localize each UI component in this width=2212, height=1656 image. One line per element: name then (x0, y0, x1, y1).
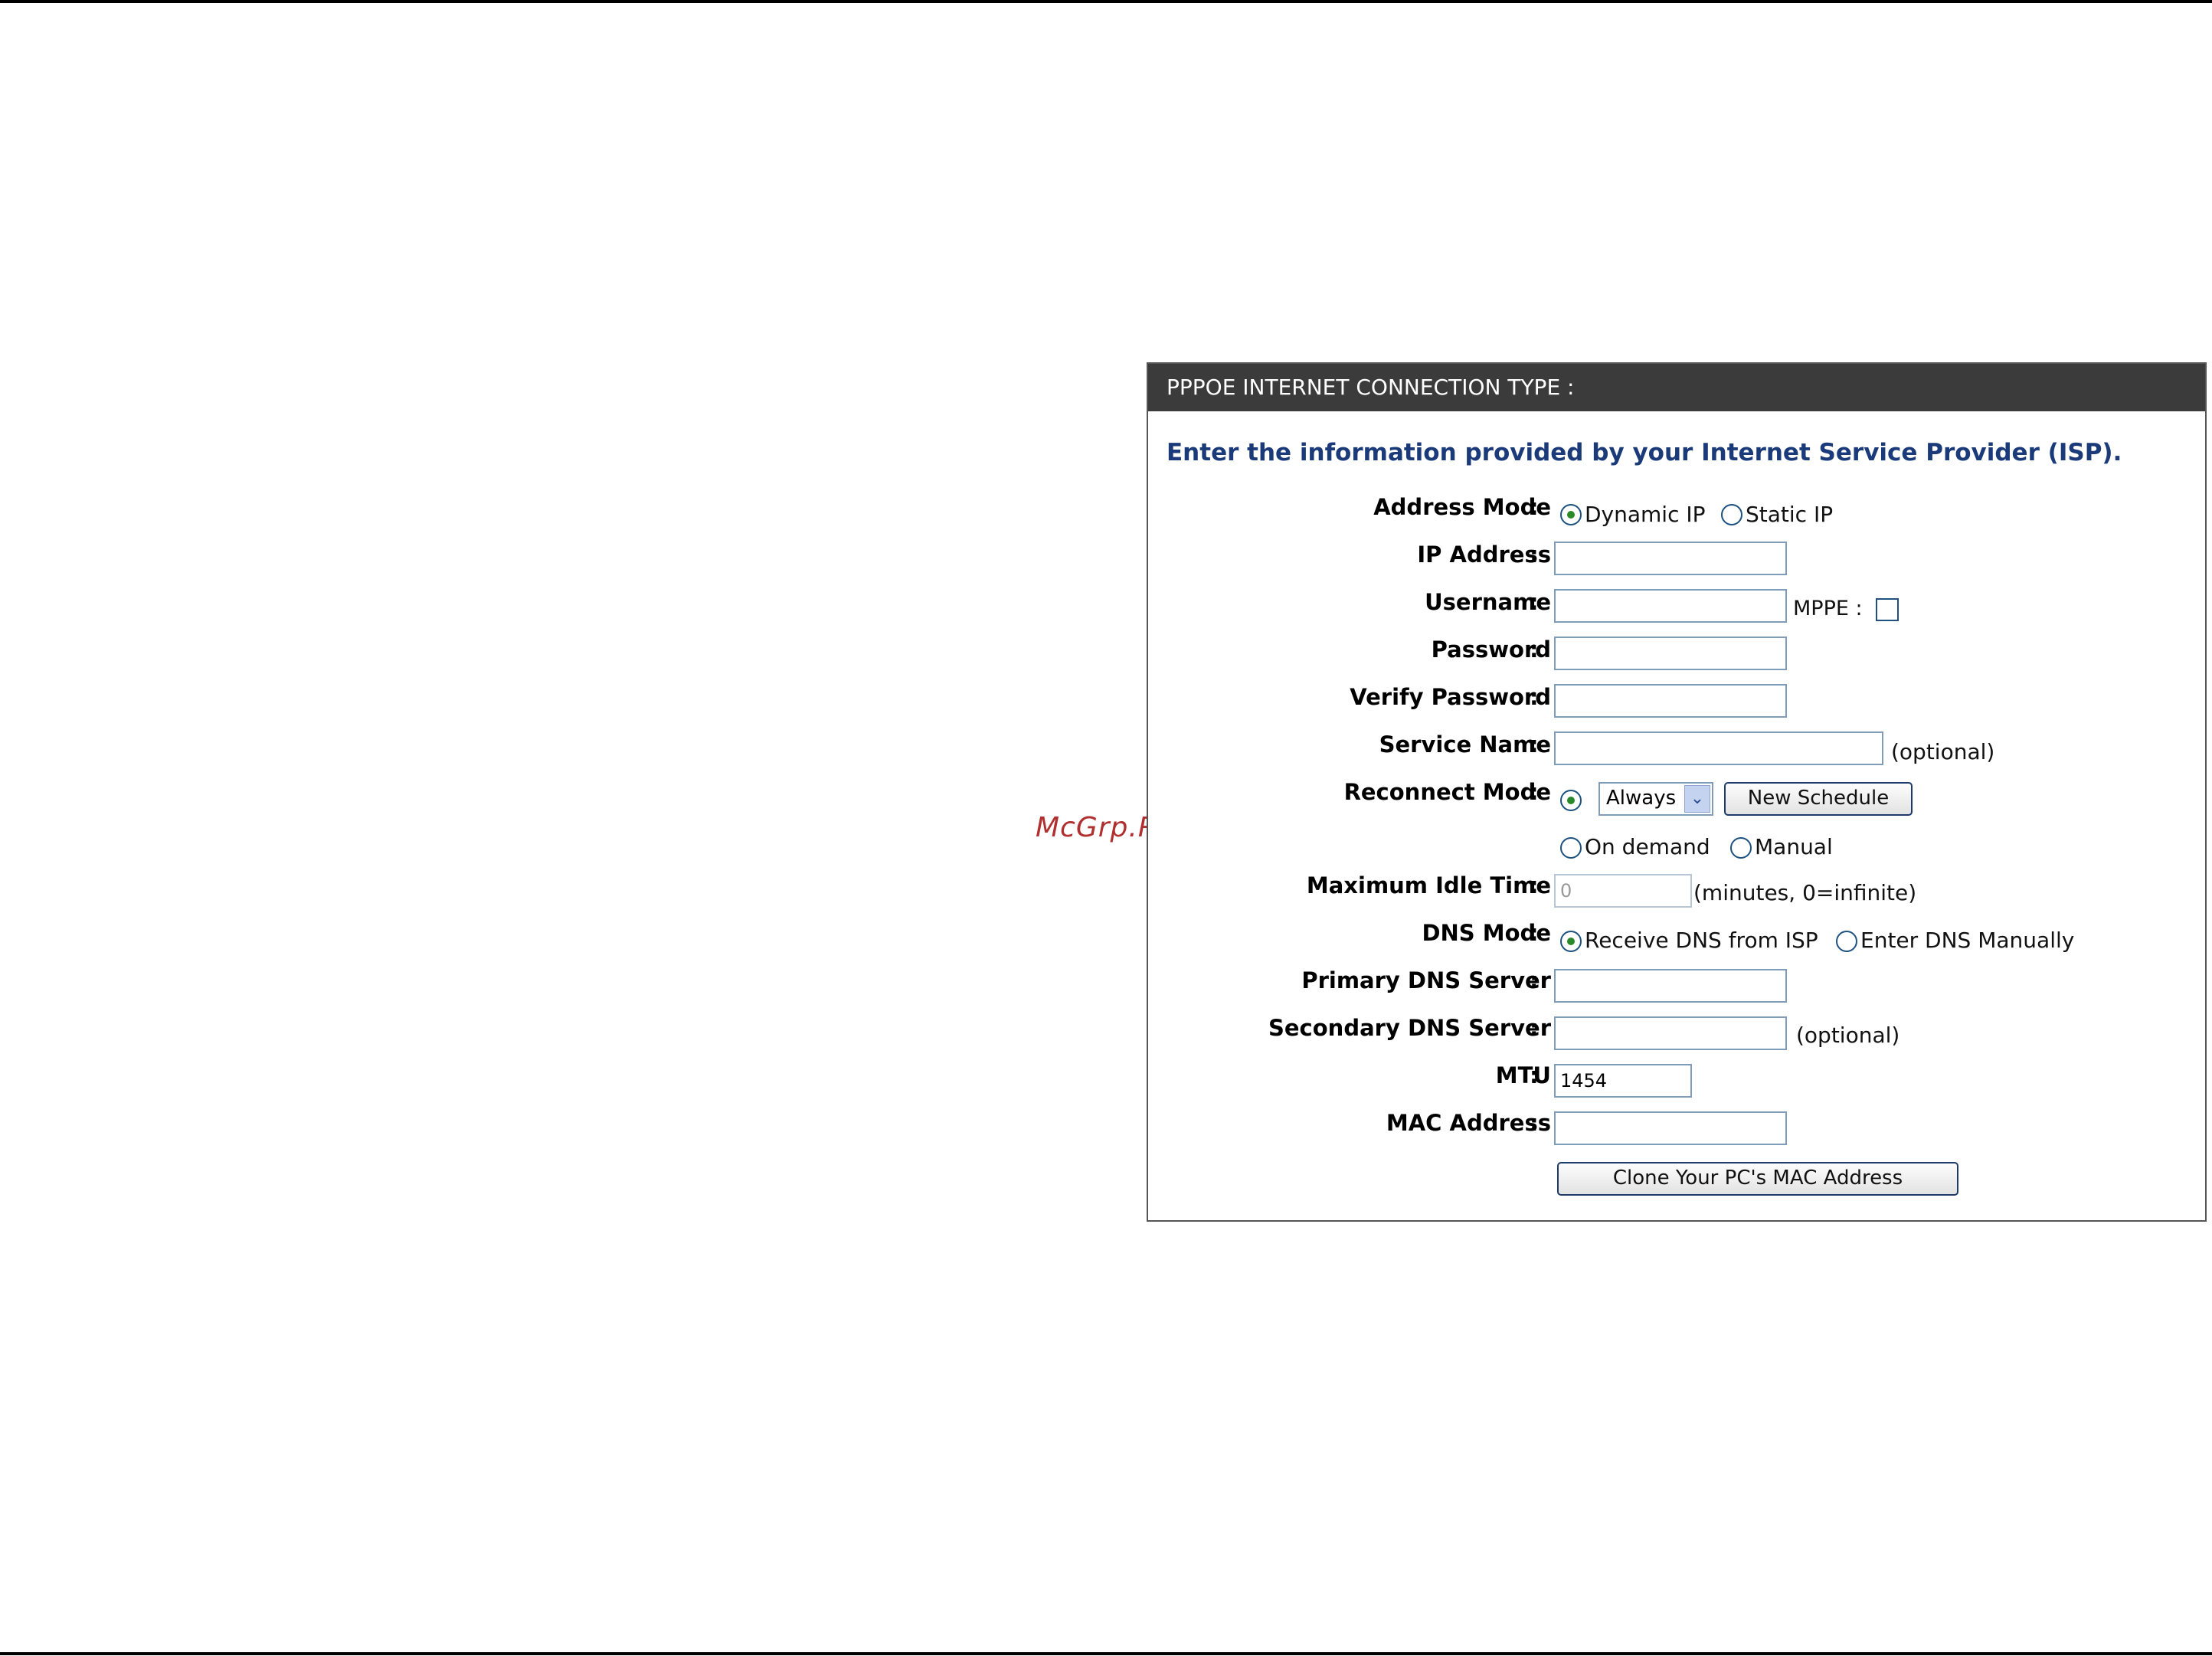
receive-dns-label: Receive DNS from ISP (1585, 928, 1818, 953)
primary-dns-input[interactable] (1554, 969, 1787, 1003)
clone-mac-button[interactable]: Clone Your PC's MAC Address (1557, 1162, 1958, 1196)
colon: : (1530, 779, 1539, 805)
service-name-label: Service Name (1379, 731, 1551, 758)
max-idle-time-input[interactable]: 0 (1554, 874, 1692, 908)
radio-reconnect-always[interactable] (1560, 790, 1582, 811)
bottom-rule (0, 1652, 2212, 1655)
radio-static-ip[interactable] (1721, 504, 1742, 525)
verify-password-label: Verify Password (1350, 684, 1551, 710)
dynamic-ip-label: Dynamic IP (1585, 502, 1706, 527)
colon: : (1530, 1062, 1539, 1088)
address-mode-label: Address Mode (1373, 494, 1551, 520)
schedule-select-value: Always (1606, 787, 1677, 810)
colon: : (1530, 967, 1539, 993)
radio-on-demand[interactable] (1560, 837, 1582, 859)
secondary-dns-optional: (optional) (1796, 1023, 1900, 1048)
secondary-dns-label: Secondary DNS Server (1268, 1015, 1551, 1041)
on-demand-label: On demand (1585, 834, 1710, 859)
chevron-down-icon: ⌄ (1684, 785, 1710, 813)
mac-address-input[interactable] (1554, 1111, 1787, 1145)
colon: : (1530, 1110, 1539, 1136)
enter-dns-manually-label: Enter DNS Manually (1860, 928, 2075, 953)
colon: : (1530, 589, 1539, 615)
secondary-dns-input[interactable] (1554, 1016, 1787, 1050)
verify-password-input[interactable] (1554, 684, 1787, 718)
colon: : (1530, 731, 1539, 758)
top-rule (0, 0, 2212, 3)
reconnect-mode-label: Reconnect Mode (1343, 779, 1551, 805)
mtu-label: MTU (1495, 1062, 1551, 1088)
colon: : (1530, 920, 1539, 946)
mppe-label: MPPE : (1793, 597, 1863, 620)
username-input[interactable] (1554, 589, 1787, 623)
service-name-optional: (optional) (1891, 739, 1995, 764)
colon: : (1530, 1015, 1539, 1041)
mtu-input[interactable]: 1454 (1554, 1064, 1692, 1098)
new-schedule-button[interactable]: New Schedule (1724, 782, 1913, 816)
colon: : (1530, 637, 1539, 663)
radio-enter-dns-manually[interactable] (1836, 931, 1857, 952)
schedule-select[interactable]: Always ⌄ (1598, 782, 1713, 816)
mppe-checkbox[interactable] (1876, 598, 1899, 621)
max-idle-time-label: Maximum Idle Time (1306, 872, 1551, 898)
colon: : (1530, 872, 1539, 898)
panel-title: PPPOE INTERNET CONNECTION TYPE : (1148, 364, 2205, 411)
primary-dns-label: Primary DNS Server (1301, 967, 1551, 993)
password-input[interactable] (1554, 637, 1787, 670)
ip-address-input[interactable] (1554, 542, 1787, 575)
pppoe-panel: PPPOE INTERNET CONNECTION TYPE : Enter t… (1147, 362, 2207, 1222)
intro-text: Enter the information provided by your I… (1167, 439, 2122, 466)
mac-address-label: MAC Address (1386, 1110, 1551, 1136)
max-idle-time-hint: (minutes, 0=infinite) (1693, 880, 1917, 905)
radio-receive-dns[interactable] (1560, 931, 1582, 952)
service-name-input[interactable] (1554, 731, 1883, 765)
radio-dynamic-ip[interactable] (1560, 504, 1582, 525)
colon: : (1530, 684, 1539, 710)
static-ip-label: Static IP (1746, 502, 1834, 527)
colon: : (1530, 494, 1539, 520)
radio-manual[interactable] (1730, 837, 1752, 859)
colon: : (1530, 542, 1539, 568)
manual-label: Manual (1755, 834, 1833, 859)
